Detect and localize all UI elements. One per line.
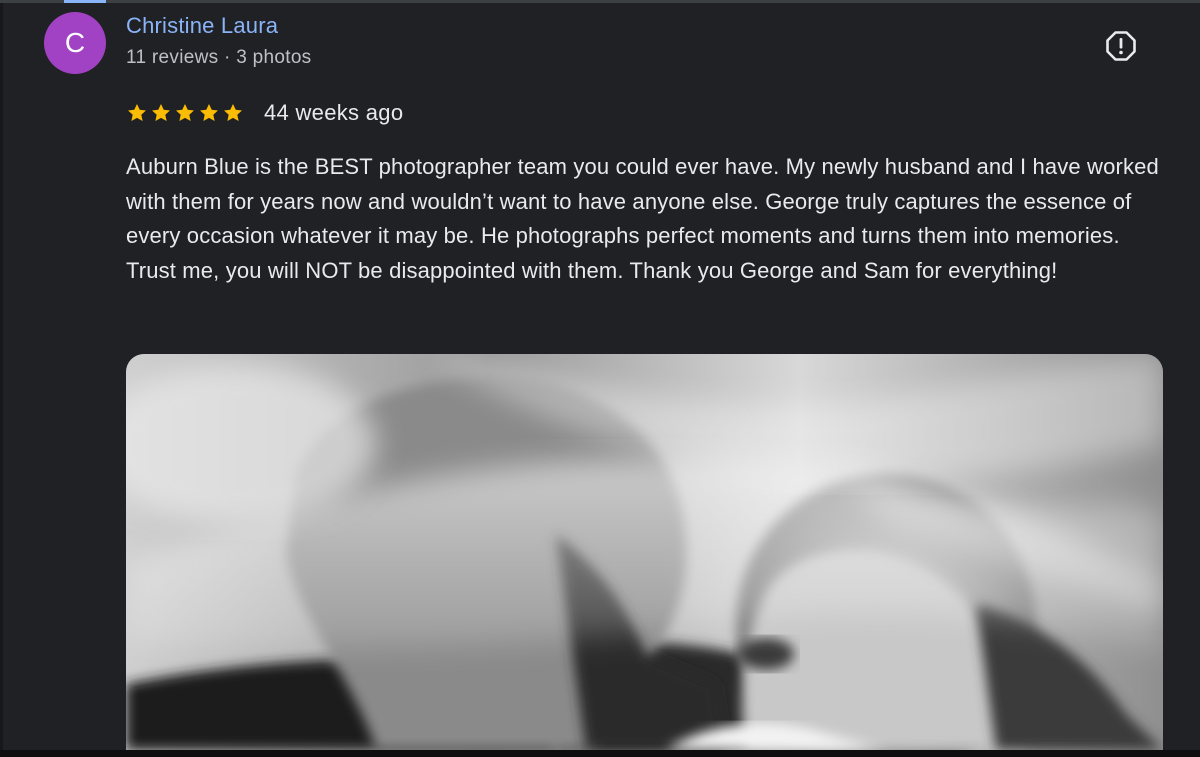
window-left-edge [0, 3, 3, 750]
window-top-border [0, 0, 1200, 3]
author-meta: 11 reviews · 3 photos [126, 47, 312, 68]
window-bottom-strip [0, 750, 1200, 757]
star-icon [152, 104, 170, 121]
review-photo-image [126, 354, 1163, 750]
review-photo[interactable] [126, 354, 1163, 750]
rating-row: 44 weeks ago [126, 100, 403, 126]
review-text: Auburn Blue is the BEST photographer tea… [126, 154, 1159, 283]
star-icon [200, 104, 218, 121]
avatar[interactable]: C [44, 12, 106, 74]
report-review-button[interactable] [1102, 27, 1140, 65]
avatar-initial: C [64, 27, 86, 58]
star-rating [126, 102, 244, 124]
star-icon [224, 104, 242, 121]
star-icon [176, 104, 194, 121]
star-icon [128, 104, 146, 121]
active-tab-indicator [64, 0, 106, 3]
author-name-link[interactable]: Christine Laura [126, 13, 278, 39]
review-date: 44 weeks ago [264, 100, 404, 125]
report-icon [1106, 31, 1136, 61]
